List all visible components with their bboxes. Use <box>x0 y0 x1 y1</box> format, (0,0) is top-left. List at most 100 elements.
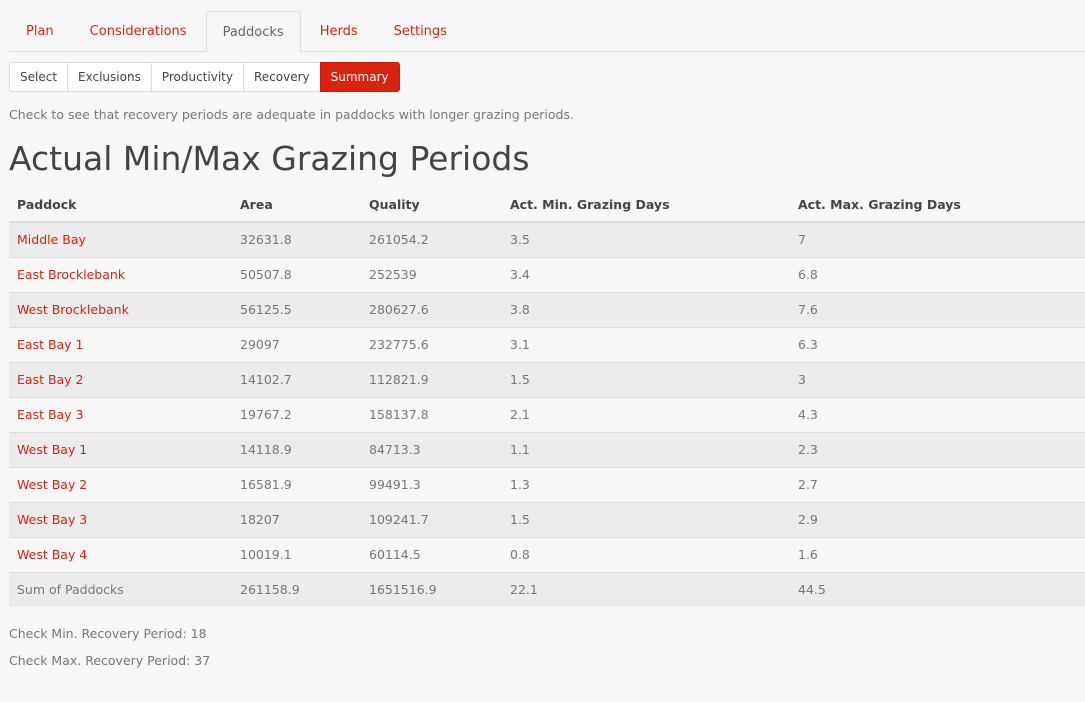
max-days-cell: 6.8 <box>790 256 1085 292</box>
quality-cell: 280627.6 <box>361 291 502 327</box>
table-row: West Bay 1 14118.9 84713.3 1.1 2.3 <box>9 431 1085 467</box>
max-days-cell: 2.9 <box>790 501 1085 537</box>
area-cell: 14102.7 <box>232 361 361 397</box>
min-days-cell: 3.5 <box>502 222 790 257</box>
sum-area-cell: 261158.9 <box>232 571 361 607</box>
max-days-cell: 2.3 <box>790 431 1085 467</box>
quality-cell: 158137.8 <box>361 396 502 432</box>
paddock-subnav: Select Exclusions Productivity Recovery … <box>9 62 400 92</box>
paddock-link[interactable]: East Bay 1 <box>17 337 84 352</box>
area-cell: 32631.8 <box>232 222 361 257</box>
min-days-cell: 2.1 <box>502 396 790 432</box>
paddock-link[interactable]: East Bay 2 <box>17 372 84 387</box>
max-recovery-check: Check Max. Recovery Period: 37 <box>9 653 211 668</box>
table-row: East Bay 3 19767.2 158137.8 2.1 4.3 <box>9 396 1085 432</box>
min-days-cell: 3.4 <box>502 256 790 292</box>
page-title: Actual Min/Max Grazing Periods <box>9 139 530 178</box>
paddock-cell: West Bay 3 <box>9 501 232 537</box>
min-days-cell: 1.1 <box>502 431 790 467</box>
table-row: West Brocklebank 56125.5 280627.6 3.8 7.… <box>9 291 1085 327</box>
exclusions-button[interactable]: Exclusions <box>67 62 152 92</box>
paddock-link[interactable]: West Bay 4 <box>17 547 87 562</box>
paddock-link[interactable]: East Bay 3 <box>17 407 84 422</box>
tab-plan[interactable]: Plan <box>9 11 71 51</box>
header-max-grazing-days: Act. Max. Grazing Days <box>790 187 1085 223</box>
paddock-link[interactable]: West Bay 1 <box>17 442 87 457</box>
paddock-link[interactable]: West Bay 3 <box>17 512 87 527</box>
area-cell: 50507.8 <box>232 256 361 292</box>
max-days-cell: 7 <box>790 222 1085 257</box>
tab-settings[interactable]: Settings <box>377 11 464 51</box>
hint-text: Check to see that recovery periods are a… <box>9 107 574 122</box>
table-row: West Bay 2 16581.9 99491.3 1.3 2.7 <box>9 466 1085 502</box>
paddock-cell: West Bay 2 <box>9 466 232 502</box>
sum-label-cell: Sum of Paddocks <box>9 571 232 607</box>
table-row: West Bay 4 10019.1 60114.5 0.8 1.6 <box>9 536 1085 572</box>
area-cell: 10019.1 <box>232 536 361 572</box>
min-days-cell: 1.3 <box>502 466 790 502</box>
min-days-cell: 3.8 <box>502 291 790 327</box>
quality-cell: 84713.3 <box>361 431 502 467</box>
quality-cell: 60114.5 <box>361 536 502 572</box>
paddock-link[interactable]: West Brocklebank <box>17 302 129 317</box>
paddock-cell: West Brocklebank <box>9 291 232 327</box>
max-days-cell: 1.6 <box>790 536 1085 572</box>
tab-paddocks[interactable]: Paddocks <box>205 11 301 52</box>
tab-considerations[interactable]: Considerations <box>73 11 204 51</box>
sum-row: Sum of Paddocks 261158.9 1651516.9 22.1 … <box>9 571 1085 607</box>
paddock-link[interactable]: Middle Bay <box>17 232 86 247</box>
area-cell: 29097 <box>232 326 361 362</box>
header-area: Area <box>232 187 361 223</box>
paddock-cell: West Bay 4 <box>9 536 232 572</box>
sum-min-days-cell: 22.1 <box>502 571 790 607</box>
area-cell: 16581.9 <box>232 466 361 502</box>
min-days-cell: 3.1 <box>502 326 790 362</box>
tab-herds[interactable]: Herds <box>303 11 375 51</box>
max-days-cell: 7.6 <box>790 291 1085 327</box>
area-cell: 18207 <box>232 501 361 537</box>
paddock-cell: East Brocklebank <box>9 256 232 292</box>
page: Plan Considerations Paddocks Herds Setti… <box>0 0 1085 702</box>
quality-cell: 112821.9 <box>361 361 502 397</box>
max-days-cell: 4.3 <box>790 396 1085 432</box>
productivity-button[interactable]: Productivity <box>150 62 244 92</box>
quality-cell: 99491.3 <box>361 466 502 502</box>
table-row: Middle Bay 32631.8 261054.2 3.5 7 <box>9 222 1085 257</box>
header-quality: Quality <box>361 187 502 223</box>
paddock-link[interactable]: East Brocklebank <box>17 267 125 282</box>
min-recovery-check: Check Min. Recovery Period: 18 <box>9 626 207 641</box>
paddock-cell: East Bay 3 <box>9 396 232 432</box>
min-days-cell: 0.8 <box>502 536 790 572</box>
paddock-cell: East Bay 1 <box>9 326 232 362</box>
main-tabs: Plan Considerations Paddocks Herds Setti… <box>9 11 1085 52</box>
summary-button[interactable]: Summary <box>319 62 400 92</box>
table-header-row: Paddock Area Quality Act. Min. Grazing D… <box>9 187 1085 223</box>
paddock-cell: Middle Bay <box>9 222 232 257</box>
recovery-button[interactable]: Recovery <box>242 62 321 92</box>
area-cell: 56125.5 <box>232 291 361 327</box>
table-row: East Bay 1 29097 232775.6 3.1 6.3 <box>9 326 1085 362</box>
area-cell: 14118.9 <box>232 431 361 467</box>
min-days-cell: 1.5 <box>502 501 790 537</box>
select-button[interactable]: Select <box>9 62 69 92</box>
header-paddock: Paddock <box>9 187 232 223</box>
quality-cell: 232775.6 <box>361 326 502 362</box>
table-row: East Bay 2 14102.7 112821.9 1.5 3 <box>9 361 1085 397</box>
sum-max-days-cell: 44.5 <box>790 571 1085 607</box>
paddock-cell: East Bay 2 <box>9 361 232 397</box>
grazing-table-wrap: Paddock Area Quality Act. Min. Grazing D… <box>9 187 1085 607</box>
area-cell: 19767.2 <box>232 396 361 432</box>
quality-cell: 261054.2 <box>361 222 502 257</box>
max-days-cell: 6.3 <box>790 326 1085 362</box>
grazing-periods-table: Paddock Area Quality Act. Min. Grazing D… <box>9 187 1085 607</box>
header-min-grazing-days: Act. Min. Grazing Days <box>502 187 790 223</box>
paddock-link[interactable]: West Bay 2 <box>17 477 87 492</box>
sum-quality-cell: 1651516.9 <box>361 571 502 607</box>
max-days-cell: 2.7 <box>790 466 1085 502</box>
table-row: West Bay 3 18207 109241.7 1.5 2.9 <box>9 501 1085 537</box>
min-days-cell: 1.5 <box>502 361 790 397</box>
paddock-cell: West Bay 1 <box>9 431 232 467</box>
quality-cell: 109241.7 <box>361 501 502 537</box>
quality-cell: 252539 <box>361 256 502 292</box>
max-days-cell: 3 <box>790 361 1085 397</box>
